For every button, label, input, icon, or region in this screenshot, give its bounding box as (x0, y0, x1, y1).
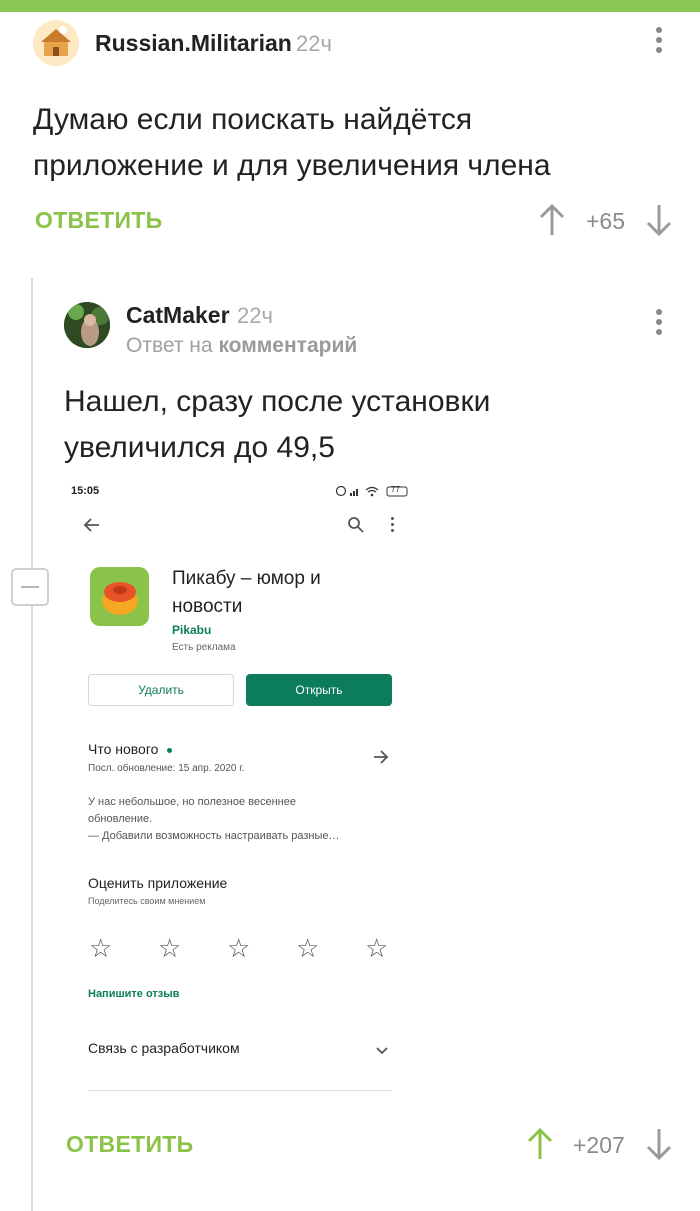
new-dot (167, 747, 173, 753)
chevron-down-icon[interactable] (375, 1043, 389, 1055)
overflow-menu-icon[interactable] (390, 517, 396, 533)
collapse-thread-button[interactable] (11, 568, 49, 606)
avatar[interactable] (64, 302, 110, 348)
update-notes: У нас небольшое, но полезное весеннее об… (88, 796, 340, 842)
status-icons: 77 (335, 484, 412, 498)
score-value: +207 (573, 1132, 625, 1158)
last-update: Посл. обновление: 15 апр. 2020 г. (88, 763, 245, 774)
screenshot-status-time: 15:05 (71, 485, 100, 497)
back-arrow-icon[interactable] (82, 516, 102, 534)
reply-to-link[interactable]: Ответ на комментарий (126, 334, 357, 358)
app-title: Пикабу – юмор и новости (172, 568, 321, 617)
star-4-icon[interactable]: ☆ (296, 933, 319, 964)
reply-button[interactable]: ОТВЕТИТЬ (66, 1131, 193, 1158)
more-menu-icon[interactable] (650, 308, 668, 338)
star-3-icon[interactable]: ☆ (227, 933, 250, 964)
ads-note: Есть реклама (172, 642, 236, 653)
star-1-icon[interactable]: ☆ (89, 933, 112, 964)
whats-new-arrow-icon[interactable] (372, 749, 390, 765)
developer-link[interactable]: Pikabu (172, 623, 211, 637)
comment-text: Думаю если поискать найдётся приложение … (33, 103, 551, 182)
attached-screenshot[interactable]: 15:05 77 Пикабу – юмор и новости Pikabu … (62, 478, 418, 1103)
avatar-photo-icon (64, 302, 110, 348)
comment-username[interactable]: CatMaker (126, 302, 230, 329)
battery-level: 77 (391, 485, 400, 494)
divider (88, 1090, 392, 1091)
comment-username[interactable]: Russian.Militarian (95, 30, 292, 57)
reply-button[interactable]: ОТВЕТИТЬ (35, 207, 162, 234)
search-icon[interactable] (347, 516, 365, 534)
upvote-arrow-icon[interactable] (526, 1127, 554, 1161)
upvote-arrow-icon[interactable] (538, 203, 566, 237)
status-bar (0, 0, 700, 12)
comment-text: Нашел, сразу после установки увеличился … (64, 385, 491, 464)
uninstall-button[interactable]: Удалить (88, 674, 234, 706)
downvote-arrow-icon[interactable] (645, 203, 673, 237)
contact-developer[interactable]: Связь с разработчиком (88, 1040, 240, 1056)
score-value: +65 (586, 208, 626, 234)
star-5-icon[interactable]: ☆ (365, 933, 388, 964)
star-2-icon[interactable]: ☆ (158, 933, 181, 964)
rate-subtitle: Поделитесь своим мнением (88, 896, 206, 906)
avatar[interactable] (33, 20, 79, 66)
thread-line (31, 278, 33, 1211)
downvote-arrow-icon[interactable] (645, 1127, 673, 1161)
rate-title: Оценить приложение (88, 875, 228, 891)
app-icon (90, 567, 149, 626)
comment-time: 22ч (237, 303, 273, 328)
write-review-link[interactable]: Напишите отзыв (88, 988, 179, 1000)
whats-new-title: Что нового (88, 741, 173, 757)
open-button[interactable]: Открыть (246, 674, 392, 706)
more-menu-icon[interactable] (650, 26, 668, 56)
avatar-house-icon (41, 26, 71, 56)
comment-time: 22ч (296, 31, 332, 56)
